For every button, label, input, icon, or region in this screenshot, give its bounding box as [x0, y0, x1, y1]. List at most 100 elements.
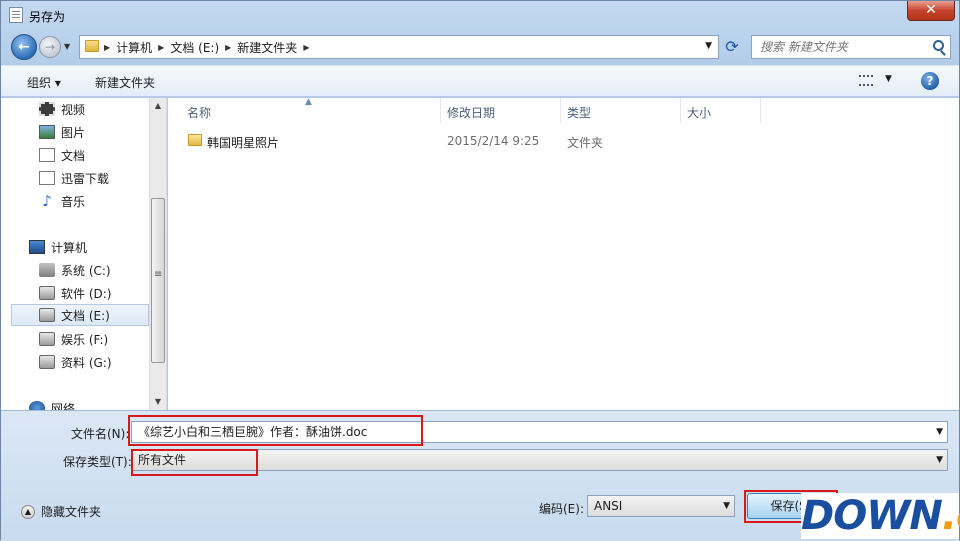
drive-icon	[39, 308, 55, 322]
sort-ascending-icon: ▲	[305, 97, 312, 107]
nav-item-label: 娱乐 (F:)	[61, 332, 109, 347]
logo-text: DOWN.cc	[801, 493, 960, 539]
view-options-icon[interactable]	[859, 75, 873, 86]
hide-folders-toggle[interactable]: ▲ 隐藏文件夹	[21, 503, 101, 520]
nav-item-music[interactable]: ♪ 音乐	[39, 190, 149, 212]
column-header-date[interactable]: 修改日期	[447, 104, 495, 121]
file-name: 韩国明星照片	[207, 136, 280, 150]
refresh-icon[interactable]: ⟳	[721, 37, 743, 57]
folder-icon	[85, 40, 99, 52]
breadcrumb: ▶ 计算机 ▶ 文档 (E:) ▶ 新建文件夹 ▶	[104, 36, 315, 58]
column-header-size[interactable]: 大小	[687, 104, 711, 121]
table-row[interactable]: 韩国明星照片 2015/2/14 9:25 文件夹	[168, 130, 959, 152]
address-row: ← → ▼ ▶ 计算机 ▶ 文档 (E:) ▶ 新建文件夹 ▶ ▼ ⟳	[1, 31, 959, 63]
command-bar: 组织 ▾ 新建文件夹 ▼ ?	[1, 65, 959, 97]
nav-item-label: 计算机	[51, 240, 88, 255]
documents-icon	[39, 148, 55, 162]
drive-icon	[39, 286, 55, 300]
download-icon	[39, 171, 55, 185]
nav-item-label: 迅雷下载	[61, 171, 110, 186]
nav-item-drive-f[interactable]: 娱乐 (F:)	[39, 328, 149, 350]
column-header-name[interactable]: 名称	[187, 104, 211, 121]
breadcrumb-computer[interactable]: 计算机	[116, 39, 152, 56]
logo-cc: .cc	[941, 493, 960, 539]
system-drive-icon	[39, 263, 55, 277]
scroll-up-icon[interactable]: ▲	[150, 98, 166, 114]
chevron-up-icon: ▲	[21, 504, 35, 519]
chevron-down-icon[interactable]: ▼	[723, 496, 730, 516]
video-icon	[39, 102, 55, 116]
highlight-box	[128, 415, 423, 446]
column-divider[interactable]	[440, 98, 441, 123]
network-icon	[29, 401, 45, 410]
window-title: 另存为	[29, 10, 66, 24]
nav-item-network[interactable]: 网络	[29, 397, 149, 410]
nav-item-videos[interactable]: 视频	[39, 98, 149, 120]
nav-item-label: 文档	[61, 148, 86, 163]
forward-button[interactable]: →	[39, 36, 61, 58]
chevron-right-icon[interactable]: ▶	[104, 43, 110, 52]
scroll-down-icon[interactable]: ▼	[150, 394, 166, 410]
help-icon[interactable]: ?	[921, 72, 939, 90]
chevron-right-icon[interactable]: ▶	[303, 43, 309, 52]
organize-button[interactable]: 组织 ▾	[27, 74, 61, 91]
encoding-value: ANSI	[594, 499, 623, 513]
nav-item-label: 网络	[51, 401, 76, 411]
hide-folders-label: 隐藏文件夹	[41, 505, 102, 519]
logo-down: DOWN	[801, 493, 943, 539]
search-input[interactable]	[752, 36, 928, 58]
notepad-icon	[9, 7, 23, 23]
folder-icon	[188, 134, 202, 146]
drive-icon	[39, 332, 55, 346]
nav-item-label: 资料 (G:)	[61, 355, 112, 370]
view-dropdown-icon[interactable]: ▼	[885, 74, 892, 84]
column-headers: ▲ 名称 修改日期 类型 大小	[168, 97, 959, 123]
nav-item-drive-g[interactable]: 资料 (G:)	[39, 351, 149, 373]
nav-item-label: 视频	[61, 102, 86, 117]
chevron-right-icon[interactable]: ▶	[158, 43, 164, 52]
chevron-down-icon[interactable]: ▼	[936, 450, 943, 470]
nav-item-drive-d[interactable]: 软件 (D:)	[39, 282, 149, 304]
search-box	[751, 35, 951, 59]
computer-icon	[29, 240, 45, 254]
nav-item-computer[interactable]: 计算机	[29, 236, 149, 258]
encoding-label: 编码(E):	[539, 502, 584, 516]
nav-item-thunder-downloads[interactable]: 迅雷下载	[39, 167, 149, 189]
column-divider[interactable]	[680, 98, 681, 123]
breadcrumb-drive-e[interactable]: 文档 (E:)	[170, 39, 219, 56]
address-dropdown-icon[interactable]: ▼	[705, 41, 712, 51]
column-divider[interactable]	[560, 98, 561, 123]
nav-item-label: 图片	[61, 125, 86, 140]
back-button[interactable]: ←	[11, 34, 37, 60]
chevron-right-icon[interactable]: ▶	[225, 43, 231, 52]
nav-item-documents[interactable]: 文档	[39, 144, 149, 166]
recent-locations-dropdown[interactable]: ▼	[64, 42, 70, 51]
nav-item-label: 音乐	[61, 194, 86, 209]
filename-label: 文件名(N):	[71, 427, 130, 441]
close-button[interactable]: ✕	[907, 1, 955, 21]
file-type: 文件夹	[567, 136, 604, 150]
nav-scrollbar[interactable]: ▲ ▼	[149, 98, 166, 410]
music-icon: ♪	[42, 192, 52, 210]
navigation-pane: 视频 图片 文档 迅雷下载 ♪ 音乐 计算机 系统 (C:) 软件 (D:) 文…	[1, 98, 167, 410]
column-header-type[interactable]: 类型	[567, 104, 591, 121]
encoding-select[interactable]: ANSI ▼	[587, 495, 735, 517]
nav-item-pictures[interactable]: 图片	[39, 121, 149, 143]
breadcrumb-new-folder[interactable]: 新建文件夹	[237, 39, 297, 56]
nav-item-drive-c[interactable]: 系统 (C:)	[39, 259, 149, 281]
drive-icon	[39, 355, 55, 369]
address-bar[interactable]: ▶ 计算机 ▶ 文档 (E:) ▶ 新建文件夹 ▶ ▼	[79, 35, 719, 59]
nav-item-label: 文档 (E:)	[61, 308, 110, 323]
pictures-icon	[39, 125, 55, 139]
down-cc-logo: DOWN.cc	[801, 493, 960, 539]
scrollbar-thumb[interactable]	[151, 198, 165, 363]
file-modified: 2015/2/14 9:25	[447, 134, 540, 148]
filetype-label: 保存类型(T):	[63, 455, 132, 469]
nav-item-drive-e[interactable]: 文档 (E:)	[11, 304, 149, 326]
chevron-down-icon[interactable]: ▼	[936, 422, 943, 442]
search-icon[interactable]	[933, 40, 944, 51]
title-bar: 另存为 ✕	[1, 1, 959, 31]
new-folder-button[interactable]: 新建文件夹	[95, 74, 155, 91]
column-divider[interactable]	[760, 98, 761, 123]
nav-item-label: 软件 (D:)	[61, 286, 112, 301]
